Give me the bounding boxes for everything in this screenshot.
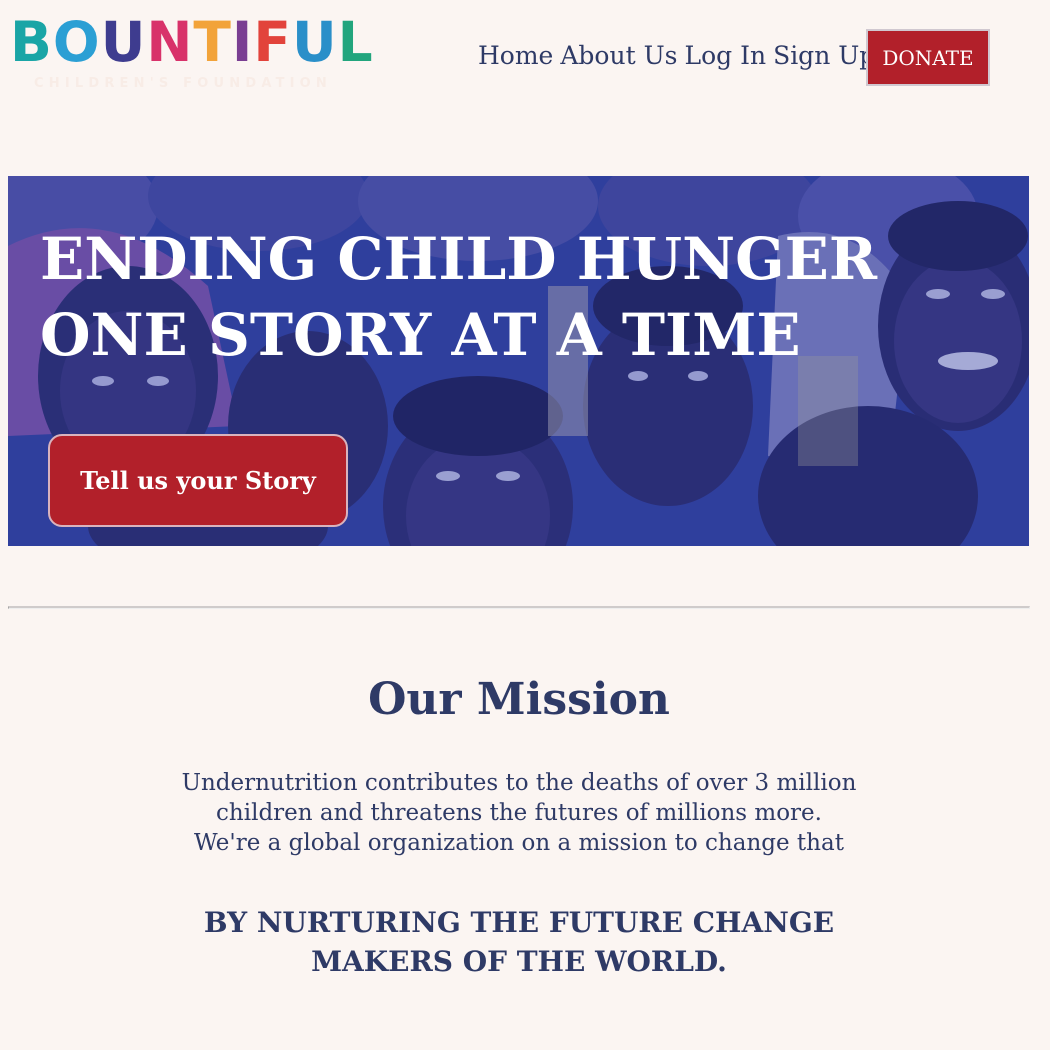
mission-heading: Our Mission	[368, 674, 670, 725]
logo-wordmark: BOUNTIFUL	[10, 10, 373, 74]
section-divider	[8, 606, 1030, 609]
mission-text-line: We're a global organization on a mission…	[194, 830, 844, 856]
mission-text-line: children and threatens the futures of mi…	[216, 800, 822, 826]
logo-letter: F	[253, 10, 292, 74]
tell-your-story-button[interactable]: Tell us your Story	[48, 434, 348, 527]
nav-log-in-link[interactable]: Log In	[684, 38, 766, 74]
mission-text-line: Undernutrition contributes to the deaths…	[181, 770, 857, 796]
mission-tagline-line: MAKERS OF THE WORLD.	[311, 945, 727, 978]
nav-sign-up-link[interactable]: Sign Up	[773, 38, 875, 74]
logo-letter: I	[231, 10, 254, 74]
nav-home-link[interactable]: Home	[478, 38, 553, 74]
hero-headline: ENDING CHILD HUNGER ONE STORY AT A TIME	[40, 221, 877, 373]
mission-tagline-line: BY NURTURING THE FUTURE CHANGE	[203, 906, 835, 939]
logo-letter: U	[291, 10, 338, 74]
main-nav: Home About Us Log In Sign Up	[478, 38, 882, 74]
hero-headline-line: ONE STORY AT A TIME	[40, 301, 801, 369]
hero-headline-line: ENDING CHILD HUNGER	[40, 225, 878, 293]
logo-letter: N	[146, 10, 194, 74]
logo-letter: B	[10, 10, 53, 74]
logo-subtitle: CHILDREN'S FOUNDATION	[34, 76, 333, 91]
nav-about-us-link[interactable]: About Us	[560, 38, 677, 74]
site-header: BOUNTIFUL CHILDREN'S FOUNDATION Home Abo…	[0, 0, 1050, 110]
mission-description: Undernutrition contributes to the deaths…	[0, 768, 1038, 858]
bountiful-logo[interactable]: BOUNTIFUL CHILDREN'S FOUNDATION	[10, 10, 373, 102]
logo-letter: U	[100, 10, 147, 74]
donate-button[interactable]: DONATE	[866, 29, 990, 86]
logo-letter: O	[52, 10, 101, 74]
logo-letter: L	[337, 10, 374, 74]
logo-letter: T	[193, 10, 232, 74]
hero-banner: ENDING CHILD HUNGER ONE STORY AT A TIME …	[8, 176, 1029, 546]
mission-tagline: BY NURTURING THE FUTURE CHANGE MAKERS OF…	[0, 903, 1038, 981]
